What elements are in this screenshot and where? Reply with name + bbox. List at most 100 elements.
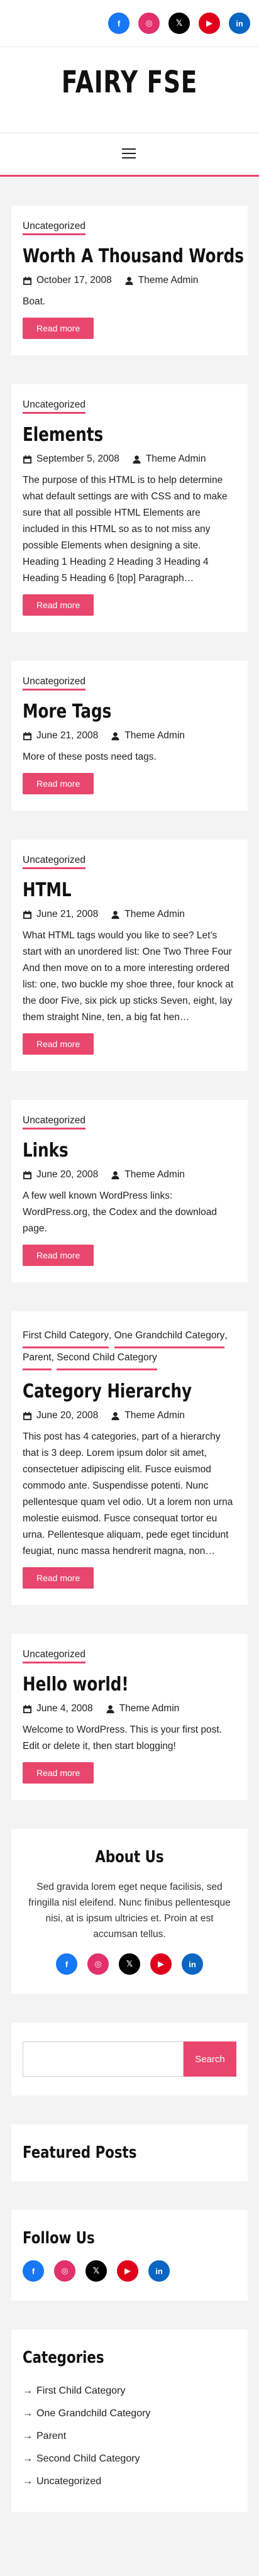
post-excerpt: The purpose of this HTML is to help dete…	[23, 475, 228, 584]
post-meta: September 5, 2008 Theme Admin	[23, 453, 236, 465]
arrow-right-icon: →	[23, 2476, 33, 2487]
post-date[interactable]: October 17, 2008	[36, 275, 112, 286]
category-item[interactable]: → Uncategorized	[23, 2470, 236, 2493]
post-card: Uncategorized Worth A Thousand Words Oct…	[11, 206, 248, 355]
categories-widget: Categories → First Child Category → One Gr…	[11, 2329, 248, 2512]
post-meta: October 17, 2008 Theme Admin	[23, 275, 236, 286]
post-title[interactable]: Category Hierarchy	[23, 1380, 198, 1402]
post-author[interactable]: Theme Admin	[124, 1169, 185, 1180]
calendar-icon	[23, 455, 32, 464]
site-header: FAIRY FSE	[0, 47, 259, 133]
youtube-icon[interactable]: ▶	[199, 13, 220, 34]
post-excerpt: Boat.	[23, 296, 46, 307]
youtube-icon[interactable]: ▶	[150, 1953, 172, 1975]
post-meta: June 21, 2008 Theme Admin	[23, 730, 236, 741]
category-item[interactable]: → One Grandchild Category	[23, 2402, 236, 2425]
post-date[interactable]: June 20, 2008	[36, 1410, 98, 1421]
facebook-icon[interactable]: f	[56, 1953, 77, 1975]
post-category-link[interactable]: Uncategorized	[23, 221, 85, 235]
category-item[interactable]: → First Child Category	[23, 2380, 236, 2402]
youtube-icon[interactable]: ▶	[117, 2260, 138, 2282]
post-author[interactable]: Theme Admin	[119, 1703, 180, 1714]
post-title[interactable]: Links	[23, 1140, 198, 1162]
post-author[interactable]: Theme Admin	[124, 730, 185, 741]
facebook-icon[interactable]: f	[108, 13, 130, 34]
category-item[interactable]: → Parent	[23, 2425, 236, 2448]
user-icon	[111, 1411, 119, 1420]
user-icon	[125, 276, 133, 285]
read-more-button[interactable]: Read more	[23, 1762, 94, 1784]
post-title[interactable]: More Tags	[23, 701, 198, 723]
post-author[interactable]: Theme Admin	[146, 453, 206, 465]
post-category-link[interactable]: Uncategorized	[23, 676, 85, 691]
post-category-link[interactable]: Uncategorized	[23, 1649, 85, 1663]
post-title[interactable]: Hello world!	[23, 1674, 198, 1696]
read-more-button[interactable]: Read more	[23, 318, 94, 339]
calendar-icon	[23, 1704, 32, 1713]
calendar-icon	[23, 910, 32, 919]
post-author[interactable]: Theme Admin	[124, 909, 185, 920]
user-icon	[111, 1170, 119, 1179]
post-category-link[interactable]: Uncategorized	[23, 399, 85, 414]
search-widget: Search	[11, 2023, 248, 2096]
about-widget: About Us Sed gravida lorem eget neque fa…	[11, 1829, 248, 1994]
about-text: Sed gravida lorem eget neque facilisis, …	[28, 1882, 231, 1940]
post-category-link[interactable]: One Grandchild Category	[114, 1326, 225, 1348]
post-card: Uncategorized Elements September 5, 2008…	[11, 384, 248, 632]
site-title[interactable]: FAIRY FSE	[28, 65, 230, 100]
navigation-bar	[0, 133, 259, 177]
read-more-button[interactable]: Read more	[23, 1567, 94, 1589]
linkedin-icon[interactable]: in	[148, 2260, 170, 2282]
post-author[interactable]: Theme Admin	[138, 275, 199, 286]
post-date[interactable]: June 4, 2008	[36, 1703, 93, 1714]
post-category-link[interactable]: Parent	[23, 1348, 52, 1370]
read-more-button[interactable]: Read more	[23, 1245, 94, 1266]
post-title[interactable]: HTML	[23, 879, 198, 901]
search-button[interactable]: Search	[184, 2041, 236, 2077]
user-icon	[111, 731, 119, 740]
post-meta: June 20, 2008 Theme Admin	[23, 1169, 236, 1180]
post-date[interactable]: June 21, 2008	[36, 730, 98, 741]
user-icon	[133, 455, 141, 464]
x-icon[interactable]: 𝕏	[119, 1953, 140, 1975]
hamburger-menu-icon[interactable]	[122, 148, 136, 158]
linkedin-icon[interactable]: in	[229, 13, 250, 34]
calendar-icon	[23, 731, 32, 740]
post-title[interactable]: Worth A Thousand Words	[23, 245, 244, 267]
read-more-button[interactable]: Read more	[23, 1033, 94, 1055]
follow-us-widget: Follow Us f ◎ 𝕏 ▶ in	[11, 2210, 248, 2301]
post-card: First Child Category, One Grandchild Cat…	[11, 1311, 248, 1605]
post-excerpt: More of these posts need tags.	[23, 752, 157, 762]
arrow-right-icon: →	[23, 2408, 33, 2419]
post-category-link[interactable]: Uncategorized	[23, 855, 85, 869]
post-card: Uncategorized Hello world! June 4, 2008 …	[11, 1634, 248, 1800]
instagram-icon[interactable]: ◎	[54, 2260, 75, 2282]
post-date[interactable]: June 21, 2008	[36, 909, 98, 920]
follow-social-links: f ◎ 𝕏 ▶ in	[23, 2260, 236, 2282]
category-item[interactable]: → Second Child Category	[23, 2448, 236, 2470]
post-category-link[interactable]: First Child Category	[23, 1326, 109, 1348]
categories-title: Categories	[23, 2348, 104, 2367]
instagram-icon[interactable]: ◎	[87, 1953, 109, 1975]
instagram-icon[interactable]: ◎	[138, 13, 160, 34]
post-date[interactable]: June 20, 2008	[36, 1169, 98, 1180]
linkedin-icon[interactable]: in	[182, 1953, 203, 1975]
facebook-icon[interactable]: f	[23, 2260, 44, 2282]
categories-list: → First Child Category → One Grandchild Ca…	[23, 2380, 236, 2493]
post-category-link[interactable]: Uncategorized	[23, 1115, 85, 1130]
post-category-link[interactable]: Second Child Category	[57, 1348, 157, 1370]
top-social-bar: f ◎ 𝕏 ▶ in	[0, 0, 259, 47]
search-input[interactable]	[23, 2041, 184, 2077]
x-icon[interactable]: 𝕏	[168, 13, 190, 34]
post-meta: June 20, 2008 Theme Admin	[23, 1410, 236, 1421]
post-date[interactable]: September 5, 2008	[36, 453, 119, 465]
read-more-button[interactable]: Read more	[23, 594, 94, 616]
post-card: Uncategorized HTML June 21, 2008 Theme A…	[11, 840, 248, 1071]
post-author[interactable]: Theme Admin	[124, 1410, 185, 1421]
x-icon[interactable]: 𝕏	[85, 2260, 107, 2282]
post-meta: June 21, 2008 Theme Admin	[23, 909, 236, 920]
calendar-icon	[23, 276, 32, 285]
post-title[interactable]: Elements	[23, 424, 198, 446]
calendar-icon	[23, 1170, 32, 1179]
read-more-button[interactable]: Read more	[23, 773, 94, 794]
